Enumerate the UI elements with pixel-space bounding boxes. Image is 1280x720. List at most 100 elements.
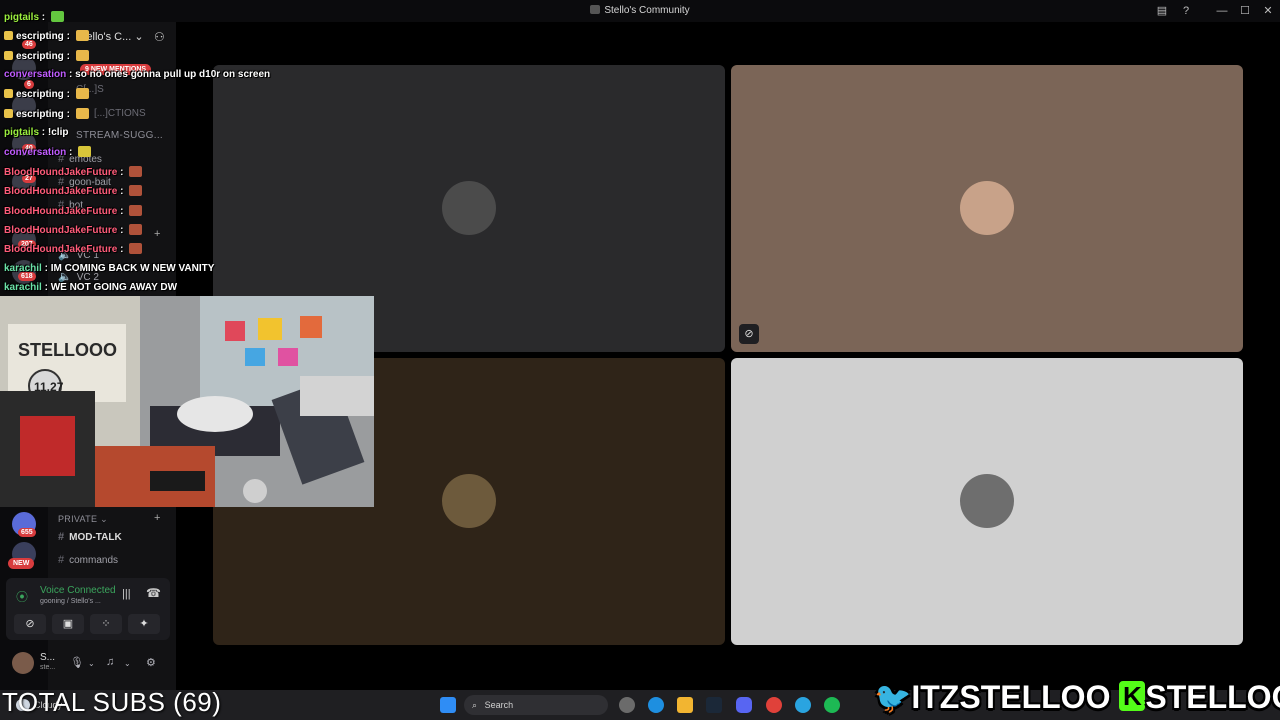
window-title-area: Stello's Community	[0, 5, 1280, 16]
activities-button[interactable]: ⁘	[90, 614, 122, 634]
chat-badge-icon	[4, 89, 13, 98]
chat-separator: :	[117, 186, 127, 197]
voice-connected-panel: ⦿ Voice Connected gooning / Stello's ...…	[6, 578, 170, 640]
participant-avatar	[442, 474, 496, 528]
chat-message: BloodHoundJakeFuture :	[4, 185, 143, 197]
channel-item-faded[interactable]: [...]CTIONS	[94, 108, 146, 119]
soundboard-button[interactable]: ✦	[128, 614, 160, 634]
start-icon[interactable]	[440, 697, 456, 713]
screen-share-button[interactable]: ▣	[52, 614, 84, 634]
kick-handle: STELLOOO	[1145, 679, 1280, 715]
chat-message: karachil : IM COMING BACK W NEW VANITY	[4, 263, 214, 274]
help-icon[interactable]: ?	[1178, 3, 1194, 19]
chat-message: BloodHoundJakeFuture :	[4, 243, 143, 255]
chat-username: karachil	[4, 263, 42, 274]
username[interactable]: S...	[40, 652, 55, 663]
steam-icon[interactable]	[706, 697, 722, 713]
chat-message: BloodHoundJakeFuture :	[4, 166, 143, 178]
chat-separator: :	[41, 263, 51, 274]
chat-message: pigtails :	[4, 11, 64, 23]
chevron-down-icon[interactable]: ⌄	[124, 659, 131, 668]
add-channel-icon[interactable]: +	[154, 228, 160, 240]
chat-username: conversation	[4, 69, 67, 80]
hash-icon: #	[58, 531, 65, 543]
chat-message: escripting :	[4, 30, 89, 42]
chevron-down-icon: ⌄	[134, 31, 144, 43]
participant-avatar	[960, 474, 1014, 528]
chat-separator: :	[66, 147, 76, 158]
chat-message: karachil : WE NOT GOING AWAY DW	[4, 282, 177, 293]
disconnect-icon[interactable]: ☎	[146, 586, 161, 600]
chat-message: escripting :	[4, 88, 89, 100]
close-button[interactable]: ✕	[1260, 3, 1276, 19]
category-stream-suggestions[interactable]: STREAM-SUGG...	[76, 130, 163, 141]
stage-tile-4[interactable]	[731, 358, 1243, 645]
twitter-handle: ITZSTELLOO	[911, 679, 1111, 715]
edge-icon[interactable]	[648, 697, 664, 713]
add-member-icon[interactable]: ⚇	[154, 30, 165, 44]
chat-separator: :	[117, 206, 127, 217]
chat-emote	[75, 50, 89, 61]
window-title: Stello's Community	[604, 5, 690, 16]
signal-icon: ⦿	[16, 590, 29, 604]
noise-suppression-icon[interactable]: |||	[122, 588, 131, 600]
minimize-button[interactable]: —	[1214, 3, 1230, 19]
chat-separator: :	[63, 51, 73, 62]
chat-username: BloodHoundJakeFuture	[4, 186, 118, 197]
search-box[interactable]: ⌕ Search	[464, 695, 608, 715]
chat-badge-icon	[4, 31, 13, 40]
camera-off-button[interactable]: ⊘	[14, 614, 46, 634]
chat-message: pigtails : !clip	[4, 127, 68, 138]
telegram-icon[interactable]	[795, 697, 811, 713]
chat-text: IM COMING BACK W NEW VANITY	[50, 263, 215, 274]
chat-separator: :	[39, 127, 48, 138]
chat-username: BloodHoundJakeFuture	[4, 167, 118, 178]
chat-username: pigtails	[4, 12, 40, 23]
channel-commands[interactable]: # commands	[58, 554, 118, 566]
chat-badge-icon	[4, 109, 13, 118]
gear-icon[interactable]: ⚙	[146, 656, 156, 669]
chat-emote	[75, 88, 89, 99]
chat-username: escripting	[16, 89, 64, 100]
window-titlebar: Stello's Community ▤ ? — ☐ ✕	[0, 0, 1280, 22]
chevron-down-icon[interactable]: ⌄	[88, 659, 95, 668]
banner-text: STELLOOO	[18, 340, 117, 360]
chat-separator: :	[39, 12, 48, 23]
discord-icon[interactable]	[736, 697, 752, 713]
microphone-icon[interactable]: 🎙	[70, 656, 84, 669]
new-pill: NEW	[8, 558, 35, 569]
chat-separator: :	[63, 31, 73, 42]
voice-status-title[interactable]: Voice Connected	[40, 585, 116, 596]
file-explorer-icon[interactable]	[677, 697, 693, 713]
chat-emote	[78, 146, 92, 157]
chat-separator: :	[66, 69, 76, 80]
stage-tile-2[interactable]: ⊘	[731, 65, 1243, 352]
headphones-icon[interactable]: ♫	[106, 656, 114, 668]
chat-username: escripting	[16, 109, 64, 120]
inbox-icon[interactable]: ▤	[1154, 3, 1170, 19]
chat-emote	[129, 166, 143, 177]
chat-username: karachil	[4, 282, 42, 293]
spotify-icon[interactable]	[824, 697, 840, 713]
chat-emote	[129, 243, 143, 254]
voice-status-channel[interactable]: gooning / Stello's ...	[40, 598, 101, 605]
add-channel-icon[interactable]: +	[154, 512, 160, 524]
server-icon	[590, 5, 601, 14]
user-status: ste...	[40, 664, 56, 671]
chrome-icon[interactable]	[766, 697, 782, 713]
chat-username: escripting	[16, 51, 64, 62]
chat-separator: :	[63, 109, 73, 120]
chat-emote	[75, 30, 89, 41]
channel-mod-talk[interactable]: # MOD-TALK	[58, 531, 122, 543]
chat-emote	[75, 108, 89, 119]
chat-message: BloodHoundJakeFuture :	[4, 224, 143, 236]
chat-separator: :	[117, 244, 127, 255]
chat-username: BloodHoundJakeFuture	[4, 244, 118, 255]
search-label: Search	[484, 700, 514, 710]
chat-emote	[129, 205, 143, 216]
kick-icon: K	[1119, 681, 1146, 711]
category-private[interactable]: PRIVATE ⌄	[58, 514, 108, 525]
obs-icon[interactable]	[619, 697, 635, 713]
avatar[interactable]	[12, 652, 34, 674]
maximize-button[interactable]: ☐	[1237, 3, 1253, 19]
